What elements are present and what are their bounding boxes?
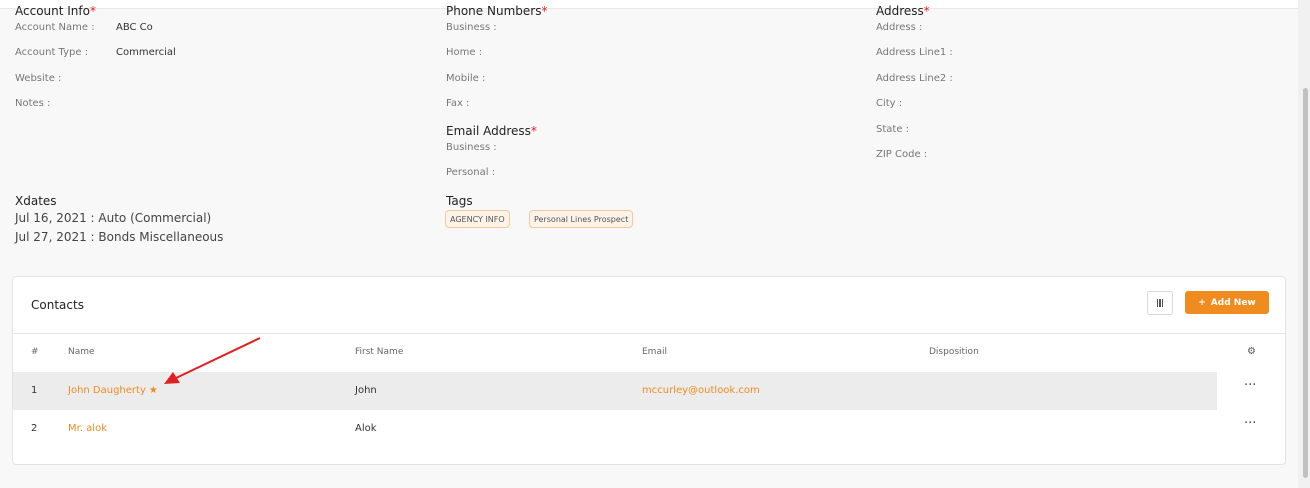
website-label: Website : bbox=[15, 73, 62, 84]
email-personal-label: Personal : bbox=[446, 167, 496, 178]
account-name-value: ABC Co bbox=[116, 22, 153, 33]
header-divider bbox=[13, 333, 1285, 334]
star-icon: ★ bbox=[148, 385, 158, 396]
contacts-card: Contacts + Add New # Name First Name Ema… bbox=[12, 276, 1286, 465]
contact-name[interactable]: John Daugherty bbox=[68, 385, 146, 396]
more-horizontal-icon[interactable]: ··· bbox=[1244, 378, 1256, 398]
contact-name-link[interactable]: Mr. alok bbox=[68, 410, 107, 448]
account-name-label: Account Name : bbox=[15, 22, 95, 33]
column-header-email[interactable]: Email bbox=[642, 347, 667, 357]
row-number: 1 bbox=[31, 385, 38, 396]
gear-icon[interactable]: ⚙ bbox=[1247, 346, 1256, 357]
contact-name[interactable]: Mr. alok bbox=[68, 423, 107, 434]
contact-name-link[interactable]: John Daugherty ★ bbox=[68, 372, 158, 410]
column-settings-button[interactable] bbox=[1147, 291, 1173, 315]
xdate-item: Jul 16, 2021 : Auto (Commercial) bbox=[15, 211, 212, 225]
top-bar bbox=[0, 0, 1298, 9]
columns-icon bbox=[1156, 299, 1164, 307]
phone-numbers-title: Phone Numbers* bbox=[446, 4, 548, 18]
email-link[interactable]: mccurley@outlook.com bbox=[642, 372, 760, 410]
xdates-title: Xdates bbox=[15, 194, 57, 208]
account-type-label: Account Type : bbox=[15, 47, 89, 58]
tags-title: Tags bbox=[446, 194, 473, 208]
plus-icon: + bbox=[1198, 297, 1206, 308]
state-label: State : bbox=[876, 124, 910, 135]
account-type-value: Commercial bbox=[116, 47, 176, 58]
email-business-label: Business : bbox=[446, 142, 497, 153]
contacts-title: Contacts bbox=[31, 298, 84, 312]
column-header-first-name[interactable]: First Name bbox=[355, 347, 403, 357]
address-line2-label: Address Line2 : bbox=[876, 73, 953, 84]
city-label: City : bbox=[876, 98, 903, 109]
notes-label: Notes : bbox=[15, 98, 51, 109]
table-row[interactable]: 1 John Daugherty ★ John mccurley@outlook.… bbox=[13, 372, 1217, 410]
xdate-item: Jul 27, 2021 : Bonds Miscellaneous bbox=[15, 230, 224, 244]
tag-chip[interactable]: AGENCY INFO bbox=[445, 210, 510, 228]
account-info-title: Account Info* bbox=[15, 4, 96, 18]
add-new-button[interactable]: + Add New bbox=[1185, 291, 1269, 314]
address-line1-label: Address Line1 : bbox=[876, 47, 953, 58]
phone-home-label: Home : bbox=[446, 47, 483, 58]
email-address-title: Email Address* bbox=[446, 124, 537, 138]
address-label: Address : bbox=[876, 22, 923, 33]
row-number: 2 bbox=[31, 423, 38, 434]
tag-chip[interactable]: Personal Lines Prospect bbox=[529, 210, 634, 228]
column-header-name[interactable]: Name bbox=[68, 347, 95, 357]
address-title: Address* bbox=[876, 4, 930, 18]
zip-code-label: ZIP Code : bbox=[876, 149, 928, 160]
first-name-cell: John bbox=[355, 385, 377, 396]
column-header-disposition[interactable]: Disposition bbox=[929, 347, 979, 357]
add-new-label: Add New bbox=[1210, 297, 1256, 308]
phone-business-label: Business : bbox=[446, 22, 497, 33]
phone-fax-label: Fax : bbox=[446, 98, 470, 109]
more-horizontal-icon[interactable]: ··· bbox=[1244, 416, 1256, 436]
column-header-number: # bbox=[31, 347, 39, 357]
first-name-cell: Alok bbox=[355, 423, 377, 434]
phone-mobile-label: Mobile : bbox=[446, 73, 486, 84]
scrollbar-thumb[interactable] bbox=[1303, 88, 1308, 478]
table-row[interactable]: 2 Mr. alok Alok bbox=[13, 410, 1217, 448]
